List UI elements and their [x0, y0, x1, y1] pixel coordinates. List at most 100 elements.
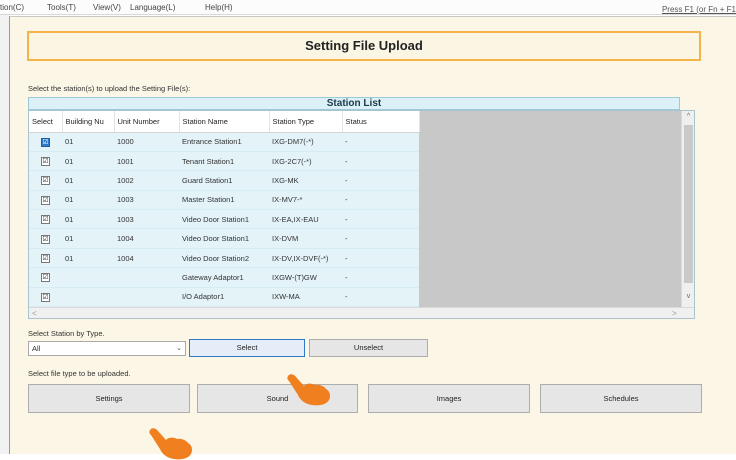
- cell-station-type: IX-DVM: [269, 228, 342, 249]
- menu-item-view[interactable]: View(V): [93, 3, 121, 12]
- row-checkbox[interactable]: ☑: [41, 195, 50, 205]
- cell-unit: 1003: [114, 190, 179, 211]
- menu-item-tools[interactable]: Tools(T): [47, 3, 76, 12]
- row-checkbox[interactable]: ☑: [41, 176, 50, 186]
- station-table: Select Building Nu Unit Number Station N…: [29, 111, 420, 308]
- table-row[interactable]: ☑ 01 1003 Master Station1 IX-MV7-* -: [29, 190, 419, 211]
- menu-bar: tion(C) Tools(T) View(V) Language(L) Hel…: [0, 0, 736, 15]
- page-title: Setting File Upload: [27, 31, 701, 61]
- table-row[interactable]: ☑ 01 1004 Video Door Station2 IX-DV,IX-D…: [29, 248, 419, 269]
- station-type-select[interactable]: All ⌄: [28, 341, 186, 356]
- scroll-down-icon[interactable]: v: [682, 293, 694, 300]
- cell-building: [62, 287, 114, 308]
- horizontal-scrollbar[interactable]: < >: [29, 307, 694, 318]
- cell-station-type: IX-MV7-*: [269, 190, 342, 211]
- station-type-select-value: All: [32, 344, 41, 353]
- cell-station-type: IXG-DM7(-*): [269, 132, 342, 152]
- table-row[interactable]: ☑ I/O Adaptor1 IXW-MA -: [29, 287, 419, 308]
- table-row[interactable]: ☑ 01 1004 Video Door Station1 IX-DVM -: [29, 228, 419, 249]
- column-header-station-type[interactable]: Station Type: [269, 111, 343, 133]
- menu-item-language[interactable]: Language(L): [130, 3, 175, 12]
- cell-status: -: [342, 190, 419, 211]
- cell-station-name: Master Station1: [179, 190, 269, 211]
- window-left-edge: [0, 15, 9, 454]
- cell-unit: 1001: [114, 151, 179, 172]
- cell-building: 01: [62, 151, 114, 172]
- column-header-building[interactable]: Building Nu: [62, 111, 115, 133]
- vertical-scrollbar[interactable]: ^ v: [681, 111, 694, 307]
- images-button[interactable]: Images: [368, 384, 530, 413]
- chevron-down-icon: ⌄: [176, 345, 182, 352]
- row-checkbox[interactable]: ☑: [41, 254, 50, 264]
- cell-building: 01: [62, 248, 114, 269]
- cell-status: -: [342, 151, 419, 172]
- settings-button[interactable]: Settings: [28, 384, 190, 413]
- row-checkbox[interactable]: ☑: [41, 157, 50, 167]
- scroll-up-icon[interactable]: ^: [682, 113, 694, 120]
- column-header-status[interactable]: Status: [342, 111, 420, 133]
- cell-station-name: I/O Adaptor1: [179, 287, 269, 308]
- cell-unit: 1003: [114, 209, 179, 230]
- cell-building: 01: [62, 132, 114, 152]
- unselect-button[interactable]: Unselect: [309, 339, 428, 357]
- row-checkbox[interactable]: ☑: [41, 234, 50, 244]
- cell-status: -: [342, 248, 419, 269]
- row-checkbox[interactable]: ☑: [41, 292, 50, 302]
- sound-button[interactable]: Sound: [197, 384, 358, 413]
- cell-status: -: [342, 228, 419, 249]
- cell-building: [62, 267, 114, 288]
- cell-station-name: Entrance Station1: [179, 132, 269, 152]
- cell-unit: 1002: [114, 170, 179, 191]
- select-button[interactable]: Select: [189, 339, 305, 357]
- table-row[interactable]: ☑ 01 1002 Guard Station1 IXG-MK -: [29, 170, 419, 191]
- help-hint-link[interactable]: Press F1 (or Fn + F1: [662, 5, 736, 14]
- cell-station-type: IXGW-(T)GW: [269, 267, 342, 288]
- station-grid: Select Building Nu Unit Number Station N…: [28, 110, 695, 319]
- table-row[interactable]: ☑ 01 1003 Video Door Station1 IX-EA,IX-E…: [29, 209, 419, 230]
- cell-station-name: Tenant Station1: [179, 151, 269, 172]
- cell-station-type: IXG-MK: [269, 170, 342, 191]
- table-row[interactable]: ☑ 01 1001 Tenant Station1 IXG-2C7(-*) -: [29, 151, 419, 172]
- scroll-right-icon[interactable]: >: [672, 308, 677, 318]
- menu-item-station[interactable]: tion(C): [0, 3, 24, 12]
- file-type-instruction: Select file type to be uploaded.: [28, 369, 131, 378]
- column-header-unit[interactable]: Unit Number: [114, 111, 180, 133]
- table-row[interactable]: ☑ 01 1000 Entrance Station1 IXG-DM7(-*) …: [29, 132, 419, 152]
- cell-station-type: IXG-2C7(-*): [269, 151, 342, 172]
- station-list-title: Station List: [28, 97, 680, 110]
- select-by-type-instruction: Select Station by Type.: [28, 329, 105, 338]
- schedules-button[interactable]: Schedules: [540, 384, 702, 413]
- cell-unit: [114, 267, 179, 288]
- cell-unit: 1004: [114, 228, 179, 249]
- cell-station-name: Guard Station1: [179, 170, 269, 191]
- cell-station-type: IX-EA,IX-EAU: [269, 209, 342, 230]
- column-header-select[interactable]: Select: [29, 111, 63, 133]
- cell-station-name: Video Door Station1: [179, 228, 269, 249]
- cell-building: 01: [62, 209, 114, 230]
- station-table-area: Select Building Nu Unit Number Station N…: [29, 111, 420, 308]
- scroll-left-icon[interactable]: <: [32, 308, 37, 318]
- pointing-hand-icon: [149, 428, 192, 460]
- table-header-row: Select Building Nu Unit Number Station N…: [29, 111, 420, 133]
- cell-status: -: [342, 267, 419, 288]
- pointing-hand-icon: [287, 374, 330, 406]
- row-checkbox[interactable]: ☑: [41, 215, 50, 225]
- row-checkbox[interactable]: ☑: [41, 137, 50, 147]
- cell-unit: 1000: [114, 132, 179, 152]
- cell-status: -: [342, 170, 419, 191]
- row-checkbox[interactable]: ☑: [41, 273, 50, 283]
- column-header-station-name[interactable]: Station Name: [179, 111, 270, 133]
- vertical-scroll-thumb[interactable]: [684, 125, 693, 283]
- cell-status: -: [342, 209, 419, 230]
- table-row[interactable]: ☑ Gateway Adaptor1 IXGW-(T)GW -: [29, 267, 419, 288]
- cell-building: 01: [62, 170, 114, 191]
- menu-item-help[interactable]: Help(H): [205, 3, 233, 12]
- cell-building: 01: [62, 190, 114, 211]
- cell-station-name: Gateway Adaptor1: [179, 267, 269, 288]
- cell-building: 01: [62, 228, 114, 249]
- cell-station-name: Video Door Station2: [179, 248, 269, 269]
- cell-status: -: [342, 132, 419, 152]
- cell-status: -: [342, 287, 419, 308]
- select-stations-instruction: Select the station(s) to upload the Sett…: [28, 84, 191, 93]
- cell-station-type: IXW-MA: [269, 287, 342, 308]
